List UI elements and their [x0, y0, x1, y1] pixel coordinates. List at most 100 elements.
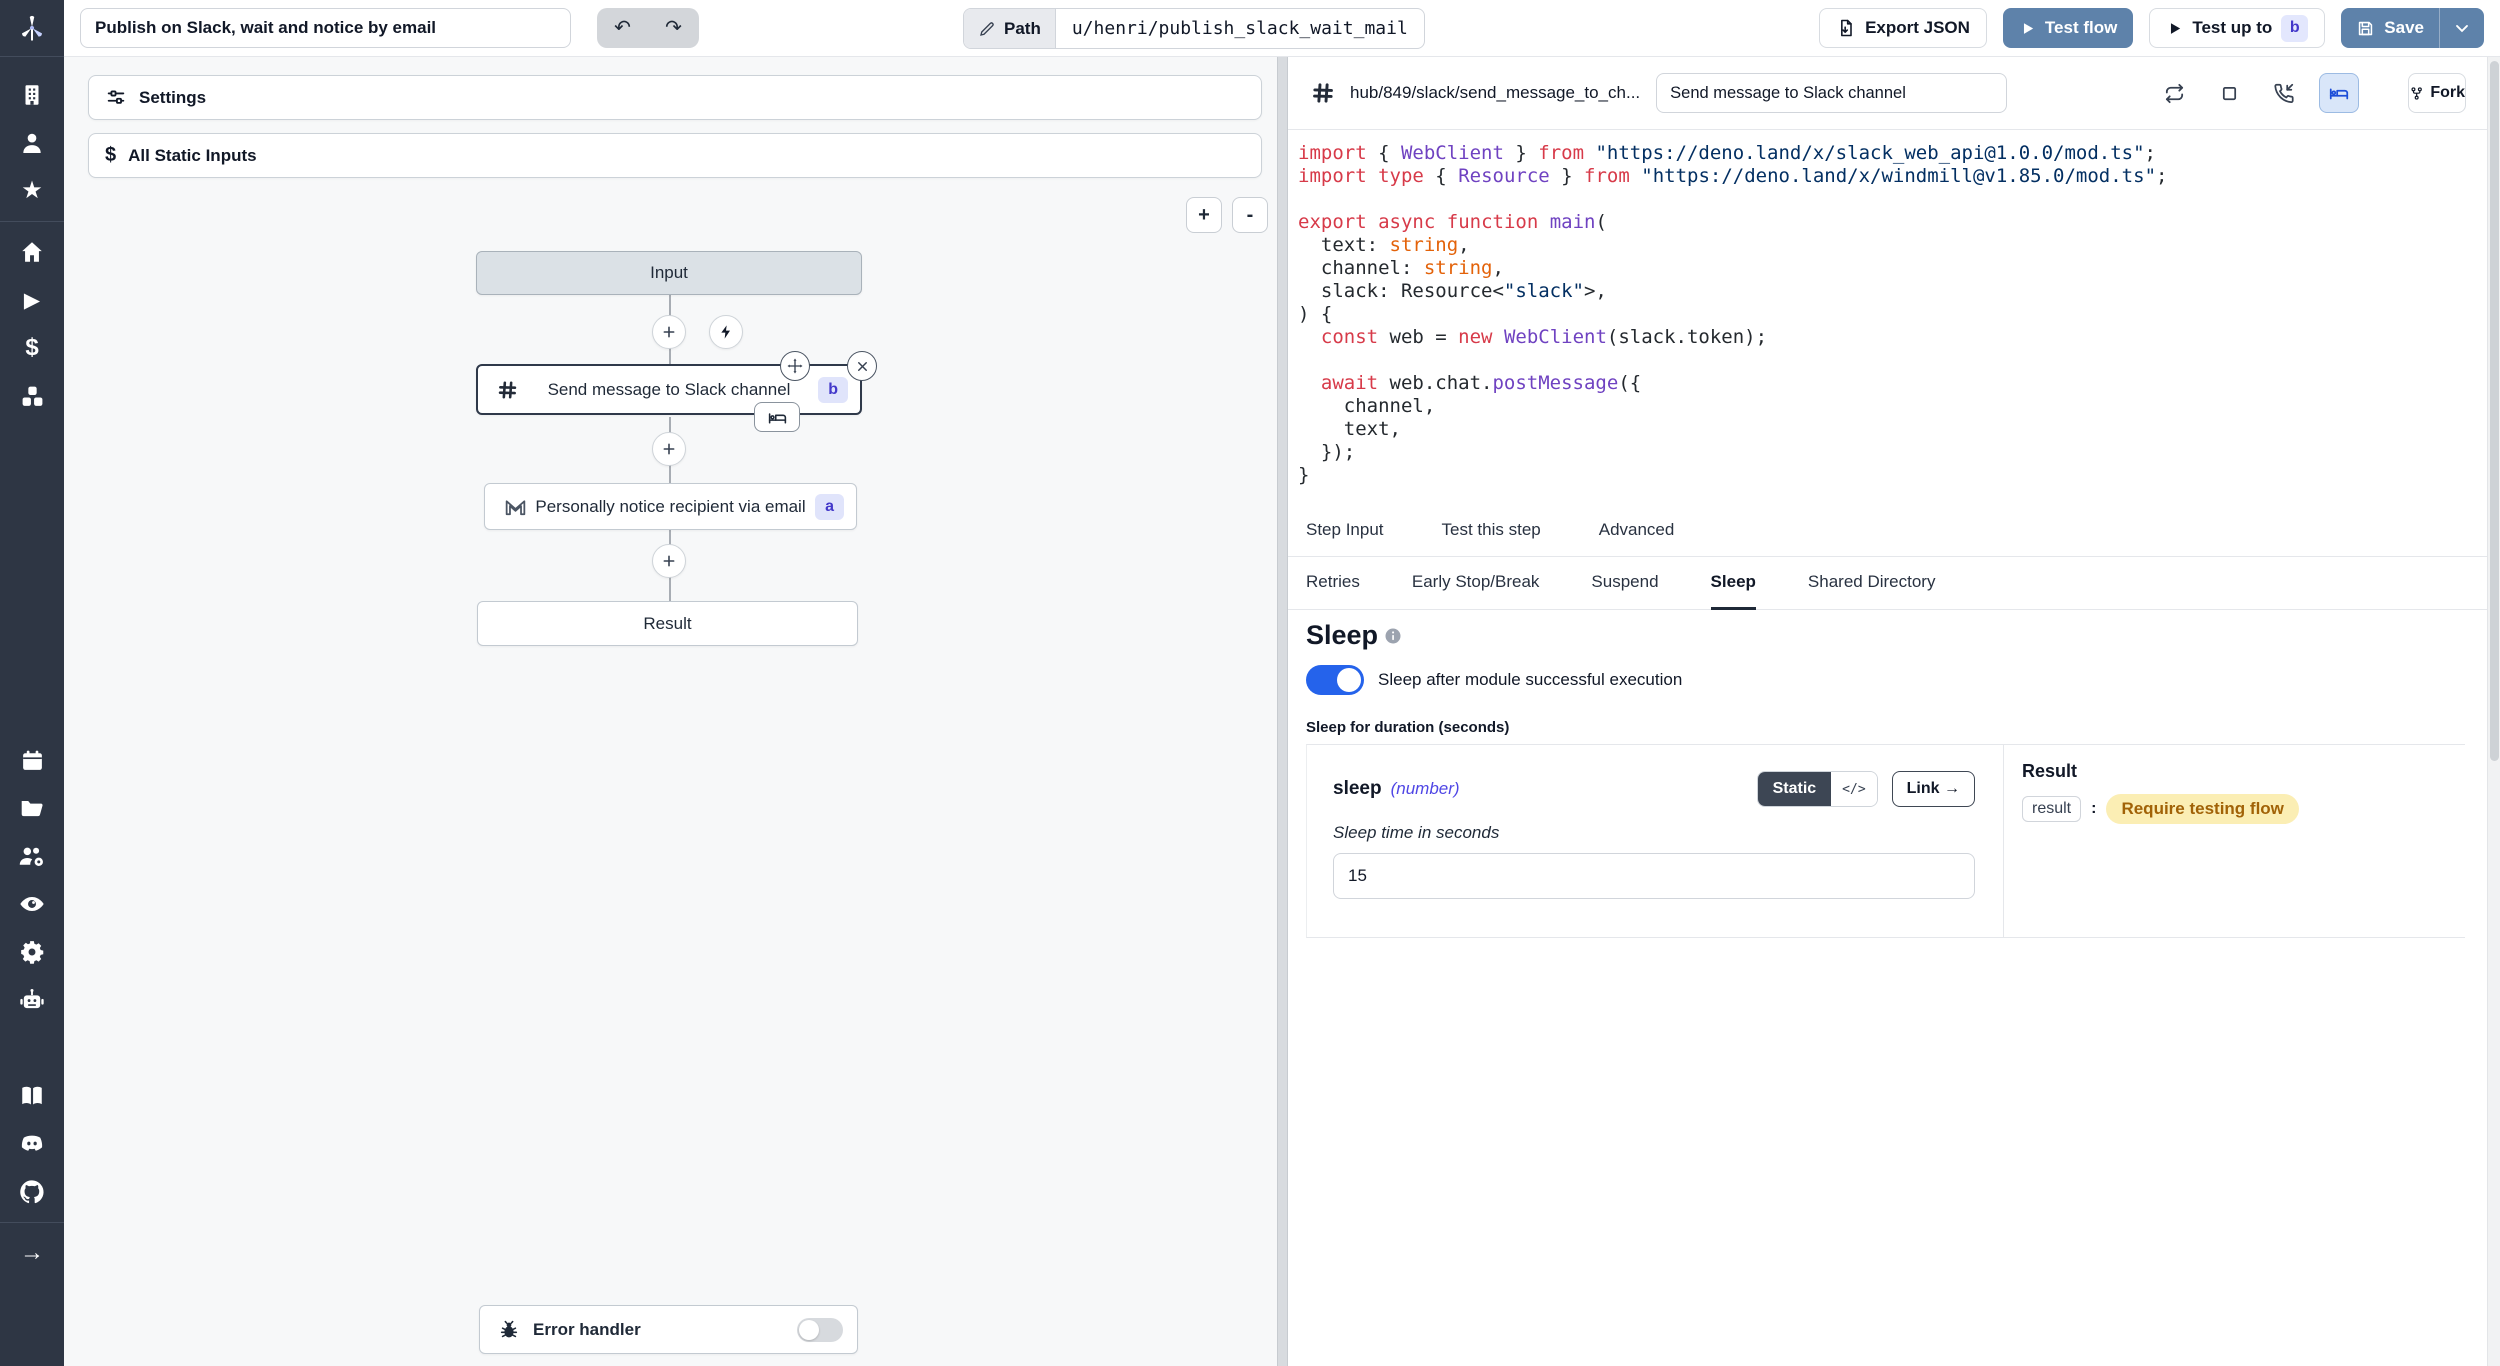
edit-path-button[interactable]: Path — [964, 9, 1056, 48]
bed-icon — [2328, 82, 2350, 104]
zoom-in-button[interactable]: + — [1186, 197, 1222, 233]
all-static-inputs-bar[interactable]: $ All Static Inputs — [88, 133, 1262, 178]
insert-step-button[interactable] — [652, 544, 686, 578]
sleep-toggle-button[interactable] — [2319, 73, 2359, 113]
sleep-seconds-input[interactable] — [1333, 853, 1975, 899]
code-editor[interactable]: import { WebClient } from "https://deno.… — [1288, 130, 2487, 505]
workers-robot-icon[interactable] — [0, 976, 64, 1024]
sidebar-divider — [0, 221, 64, 222]
schedules-calendar-icon[interactable] — [0, 736, 64, 784]
fork-button[interactable]: Fork — [2408, 73, 2466, 113]
file-export-icon — [1836, 18, 1856, 38]
settings-gear-icon[interactable] — [0, 928, 64, 976]
sleep-indicator-chip[interactable] — [754, 402, 800, 432]
folders-icon[interactable] — [0, 784, 64, 832]
sleep-toggle-label: Sleep after module successful execution — [1378, 670, 1682, 690]
tab-sleep[interactable]: Sleep — [1711, 557, 1756, 610]
windmill-logo[interactable] — [0, 0, 64, 57]
tab-suspend[interactable]: Suspend — [1591, 557, 1658, 610]
plus-icon — [661, 324, 677, 340]
chevron-down-icon — [2452, 18, 2472, 38]
sleep-enabled-toggle[interactable] — [1306, 665, 1364, 695]
email-step-node[interactable]: Personally notice recipient via email a — [484, 483, 857, 530]
delete-step-button[interactable] — [847, 351, 877, 381]
info-icon[interactable] — [1384, 627, 1402, 645]
zoom-out-button[interactable]: - — [1232, 197, 1268, 233]
tab-step-input[interactable]: Step Input — [1306, 505, 1384, 557]
pencil-icon — [978, 20, 996, 38]
topbar-actions: Export JSON Test flow Test up to b Save — [1819, 8, 2484, 48]
error-handler-toggle[interactable] — [797, 1318, 843, 1342]
gmail-icon — [503, 494, 528, 519]
workspace-building-icon[interactable] — [0, 71, 64, 119]
flow-path-value[interactable]: u/henri/publish_slack_wait_mail — [1056, 9, 1424, 48]
close-icon — [855, 359, 870, 374]
bug-icon — [498, 1319, 520, 1341]
insert-step-button[interactable] — [652, 315, 686, 349]
step-advanced-tabs: Retries Early Stop/Break Suspend Sleep S… — [1288, 557, 2487, 610]
early-stop-button[interactable] — [2209, 73, 2249, 113]
discord-icon[interactable] — [0, 1120, 64, 1168]
redo-button[interactable]: ↷ — [657, 16, 690, 40]
static-mode-button[interactable]: Static — [1758, 772, 1832, 806]
hub-script-path[interactable]: hub/849/slack/send_message_to_ch... — [1350, 83, 1640, 103]
resources-cubes-icon[interactable] — [0, 372, 64, 420]
play-icon — [2019, 20, 2036, 37]
user-icon[interactable] — [0, 119, 64, 167]
flow-graph-panel: Settings $ All Static Inputs + - Input — [64, 57, 1277, 1366]
test-flow-button[interactable]: Test flow — [2003, 8, 2133, 48]
panel-splitter[interactable] — [1277, 57, 1288, 1366]
code-mode-button[interactable]: </> — [1831, 772, 1876, 806]
sleep-form: sleep (number) Static </> Link → Sleep t… — [1306, 744, 2465, 938]
save-icon — [2356, 19, 2375, 38]
home-icon[interactable] — [0, 228, 64, 276]
flow-title-input[interactable] — [80, 8, 571, 48]
result-node[interactable]: Result — [477, 601, 858, 646]
retries-toggle-button[interactable] — [2154, 73, 2194, 113]
undo-redo-group: ↶ ↷ — [597, 8, 699, 48]
insert-step-button[interactable] — [652, 432, 686, 466]
slack-icon — [1310, 80, 1336, 106]
lightning-icon — [718, 324, 734, 340]
tab-shared-directory[interactable]: Shared Directory — [1808, 557, 1936, 610]
sidebar: ★ ▶ $ — [0, 0, 64, 1366]
slack-icon — [496, 378, 519, 401]
flow-settings-bar[interactable]: Settings — [88, 75, 1262, 120]
field-description: Sleep time in seconds — [1333, 823, 1975, 843]
input-node[interactable]: Input — [476, 251, 862, 295]
save-split-button: Save — [2341, 8, 2484, 48]
topbar: ↶ ↷ Path u/henri/publish_slack_wait_mail… — [64, 0, 2500, 57]
tab-advanced[interactable]: Advanced — [1599, 505, 1675, 557]
groups-users-gear-icon[interactable] — [0, 832, 64, 880]
trigger-bolt-button[interactable] — [709, 315, 743, 349]
input-mode-segmented: Static </> — [1757, 771, 1878, 807]
collapse-arrow-icon[interactable]: → — [0, 1229, 64, 1277]
audit-eye-icon[interactable] — [0, 880, 64, 928]
right-panel-scrollbar — [2487, 57, 2500, 1366]
scrollbar-thumb[interactable] — [2490, 61, 2499, 761]
runs-play-icon[interactable]: ▶ — [0, 276, 64, 324]
tab-retries[interactable]: Retries — [1306, 557, 1360, 610]
link-button[interactable]: Link → — [1892, 771, 1975, 807]
export-json-button[interactable]: Export JSON — [1819, 8, 1987, 48]
error-handler-node[interactable]: Error handler — [479, 1305, 858, 1354]
save-button[interactable]: Save — [2341, 8, 2440, 48]
dollar-icon: $ — [105, 144, 116, 167]
suspend-button[interactable] — [2264, 73, 2304, 113]
github-icon[interactable] — [0, 1168, 64, 1216]
favorites-star-icon[interactable]: ★ — [0, 167, 64, 215]
docs-book-icon[interactable] — [0, 1072, 64, 1120]
bed-icon — [767, 407, 788, 428]
step-feature-icons — [2154, 73, 2359, 113]
undo-button[interactable]: ↶ — [606, 16, 639, 40]
step-summary-input[interactable] — [1656, 73, 2007, 113]
test-up-to-button[interactable]: Test up to b — [2149, 8, 2325, 48]
move-step-handle[interactable] — [780, 351, 810, 381]
save-menu-button[interactable] — [2440, 8, 2484, 48]
tab-early-stop[interactable]: Early Stop/Break — [1412, 557, 1540, 610]
variables-dollar-icon[interactable]: $ — [0, 324, 64, 372]
play-icon — [2166, 20, 2183, 37]
plus-icon — [661, 441, 677, 457]
tab-test-this-step[interactable]: Test this step — [1442, 505, 1541, 557]
field-type: (number) — [1391, 779, 1460, 799]
